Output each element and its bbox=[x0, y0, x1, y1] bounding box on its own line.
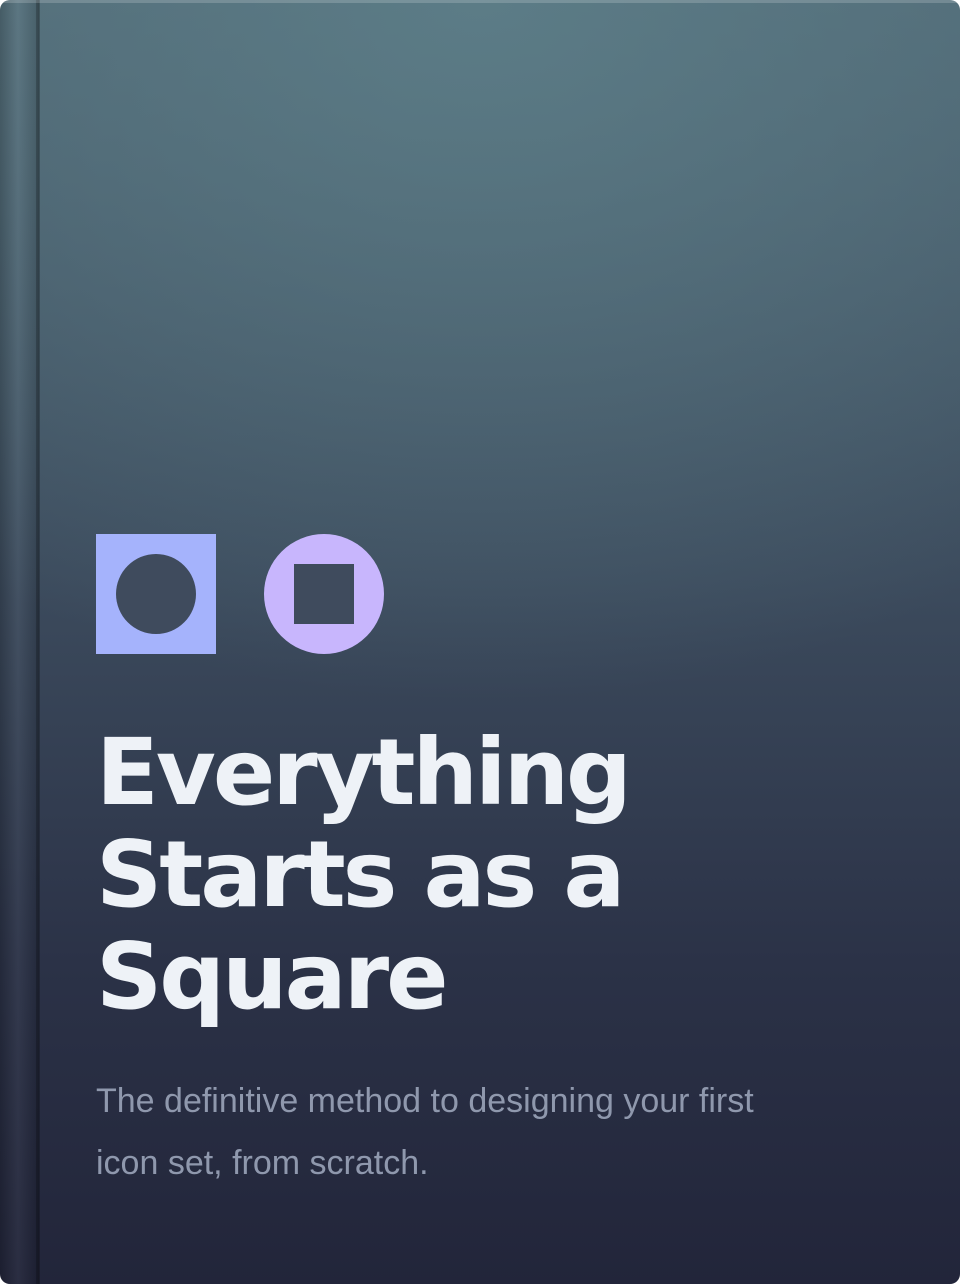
inner-circle-shape bbox=[116, 554, 196, 634]
subtitle-line: The definitive method to designing your … bbox=[96, 1082, 754, 1120]
book-spine bbox=[0, 0, 40, 1284]
square-with-circle-icon bbox=[96, 534, 216, 654]
book-cover: Everything Starts as a Square The defini… bbox=[0, 0, 960, 1284]
inner-square-shape bbox=[294, 564, 354, 624]
cover-top-edge bbox=[0, 0, 960, 3]
circle-with-square-icon bbox=[264, 534, 384, 654]
subtitle-line: icon set, from scratch. bbox=[96, 1144, 429, 1182]
title-line: Starts as a bbox=[96, 821, 625, 928]
spine-crease bbox=[36, 0, 39, 1284]
title-line: Square bbox=[96, 923, 448, 1030]
book-subtitle: The definitive method to designing your … bbox=[96, 1070, 856, 1194]
title-line: Everything bbox=[96, 719, 632, 826]
logo-mark bbox=[96, 534, 384, 654]
book-title: Everything Starts as a Square bbox=[96, 722, 876, 1028]
